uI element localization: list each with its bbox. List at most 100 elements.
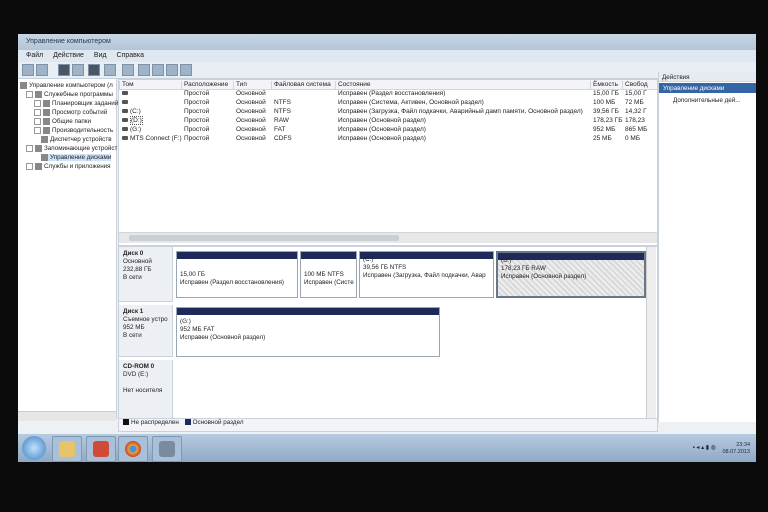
partition-recovery[interactable]: 15,00 ГБ Исправен (Раздел восстановления) xyxy=(176,251,298,298)
table-row[interactable]: MTS Connect (F:) Простой Основной CDFS И… xyxy=(119,135,657,144)
tree-item-event-viewer[interactable]: Просмотр событий xyxy=(34,109,107,116)
refresh-icon[interactable] xyxy=(152,64,164,76)
tree-item-task-scheduler[interactable]: Планировщик заданий xyxy=(34,100,118,107)
menu-view[interactable]: Вид xyxy=(94,52,107,59)
partition-d[interactable]: (D:) 178,23 ГБ RAW Исправен (Основной разд… xyxy=(496,251,646,298)
volume-icon xyxy=(122,118,128,123)
expand-icon[interactable] xyxy=(34,109,41,116)
volume-list-horizontal-scrollbar[interactable] xyxy=(119,232,657,243)
check-icon[interactable] xyxy=(180,64,192,76)
col-volume[interactable]: Том xyxy=(119,81,182,89)
volume-icon xyxy=(122,100,128,105)
tree-horizontal-scrollbar[interactable] xyxy=(18,411,116,421)
col-capacity[interactable]: Ёмкость xyxy=(590,81,623,89)
menu-action[interactable]: Действие xyxy=(53,52,84,59)
expand-icon[interactable] xyxy=(34,127,41,134)
partition-bar xyxy=(301,252,356,259)
col-free[interactable]: Свобод xyxy=(622,81,657,89)
disk-map-vertical-scrollbar[interactable] xyxy=(646,247,656,419)
menu-help[interactable]: Справка xyxy=(117,52,144,59)
partition-system[interactable]: 100 МБ NTFS Исправен (Систе xyxy=(300,251,357,298)
table-row[interactable]: Простой Основной NTFS Исправен (Система,… xyxy=(119,99,657,108)
col-status[interactable]: Состояние xyxy=(335,81,588,89)
col-type[interactable]: Тип xyxy=(233,81,270,89)
cancel-icon[interactable] xyxy=(166,64,178,76)
folder-icon xyxy=(59,441,75,457)
tree-item-computer-management[interactable]: Управление компьютером (л xyxy=(20,82,113,89)
partition-bar xyxy=(177,308,439,315)
table-row[interactable]: Простой Основной Исправен (Раздел восста… xyxy=(119,90,657,99)
tree-item-device-manager[interactable]: Диспетчер устройств xyxy=(41,136,112,143)
volume-icon xyxy=(122,91,128,96)
scrollbar-thumb[interactable] xyxy=(129,235,399,241)
legend: Не распределен Основной раздел xyxy=(118,418,658,432)
back-icon[interactable] xyxy=(22,64,34,76)
unallocated-swatch xyxy=(123,419,129,426)
show-tree-icon[interactable] xyxy=(72,64,84,76)
taskbar-paint[interactable] xyxy=(86,436,116,462)
partition-bar xyxy=(177,252,297,259)
table-row[interactable]: (C:) Простой Основной NTFS Исправен (Заг… xyxy=(119,108,657,117)
taskbar-chrome[interactable] xyxy=(118,436,148,462)
disk-map: Диск 0 Основной 232,88 ГБ В сети 15,00 Г… xyxy=(118,246,658,420)
action-more[interactable]: Дополнительные дей... xyxy=(673,97,741,104)
computer-management-icon xyxy=(159,441,175,457)
start-button[interactable] xyxy=(22,436,46,460)
taskbar: ▪ ◂ ▴ ▮ ◍ 23:34 08.07.2013 xyxy=(18,434,756,462)
settings-icon[interactable] xyxy=(122,64,134,76)
disk-0-label[interactable]: Диск 0 Основной 232,88 ГБ В сети xyxy=(119,247,173,302)
partition-g[interactable]: (G:) 952 МБ FAT Исправен (Основной раздел) xyxy=(176,307,440,357)
folder-icon xyxy=(43,118,50,125)
tree-item-shared-folders[interactable]: Общие папки xyxy=(34,118,91,125)
tree-item-system-tools[interactable]: Служебные программы xyxy=(26,91,113,98)
tree-item-storage[interactable]: Запоминающие устройст xyxy=(26,145,117,152)
properties-icon[interactable] xyxy=(88,64,100,76)
window-title: Управление компьютером xyxy=(26,38,111,45)
clock-icon xyxy=(43,100,50,107)
volume-list: Том Расположение Тип Файловая система Со… xyxy=(118,79,658,246)
taskbar-explorer[interactable] xyxy=(52,436,82,462)
volume-icon xyxy=(122,127,128,132)
title-bar[interactable]: Управление компьютером xyxy=(18,34,756,50)
actions-header: Действия xyxy=(659,72,756,82)
screen: Управление компьютером Файл Действие Вид… xyxy=(18,34,756,462)
tray-icons[interactable]: ▪ ◂ ▴ ▮ ◍ xyxy=(693,444,716,451)
cdrom-0-label[interactable]: CD-ROM 0 DVD (E:) Нет носителя xyxy=(119,360,173,419)
up-icon[interactable] xyxy=(58,64,70,76)
paint-icon xyxy=(93,441,109,457)
tree-item-disk-management[interactable]: Управление дисками xyxy=(41,154,112,162)
expand-icon[interactable] xyxy=(34,118,41,125)
disk-1-label[interactable]: Диск 1 Съемное устро 952 МБ В сети xyxy=(119,305,173,357)
tools-icon xyxy=(35,91,42,98)
table-row[interactable]: (G:) Простой Основной FAT Исправен (Осно… xyxy=(119,126,657,135)
collapse-icon[interactable] xyxy=(26,145,33,152)
table-row[interactable]: (D:) Простой Основной RAW Исправен (Осно… xyxy=(119,116,657,126)
event-viewer-icon xyxy=(43,109,50,116)
navigation-tree: Управление компьютером (л Служебные прог… xyxy=(18,79,118,421)
services-icon xyxy=(35,163,42,170)
toolbar xyxy=(18,62,756,79)
chrome-icon xyxy=(125,441,141,457)
expand-icon[interactable] xyxy=(34,100,41,107)
volume-icon xyxy=(122,109,128,114)
volume-list-header: Том Расположение Тип Файловая система Со… xyxy=(119,80,657,90)
partition-c[interactable]: (C:) 39,56 ГБ NTFS Исправен (Загрузка, Фай… xyxy=(359,251,494,298)
primary-swatch xyxy=(184,419,191,426)
action-disk-management[interactable]: Управление дисками xyxy=(659,83,756,93)
col-layout[interactable]: Расположение xyxy=(181,81,232,89)
performance-icon xyxy=(43,127,50,134)
collapse-icon[interactable] xyxy=(26,91,33,98)
disk-icon[interactable] xyxy=(138,64,150,76)
taskbar-computer-management[interactable] xyxy=(152,436,182,462)
menu-file[interactable]: Файл xyxy=(26,52,43,59)
tree-item-performance[interactable]: Производительность xyxy=(34,127,113,134)
tree-item-services[interactable]: Службы и приложения xyxy=(26,163,111,170)
col-filesystem[interactable]: Файловая система xyxy=(271,81,334,89)
forward-icon[interactable] xyxy=(36,64,48,76)
clock[interactable]: 23:34 08.07.2013 xyxy=(722,442,750,456)
menu-bar: Файл Действие Вид Справка xyxy=(18,50,756,62)
expand-icon[interactable] xyxy=(26,163,33,170)
help-icon[interactable] xyxy=(104,64,116,76)
cd-drive-icon xyxy=(122,136,128,141)
actions-pane: Действия Управление дисками Дополнительн… xyxy=(658,72,756,422)
